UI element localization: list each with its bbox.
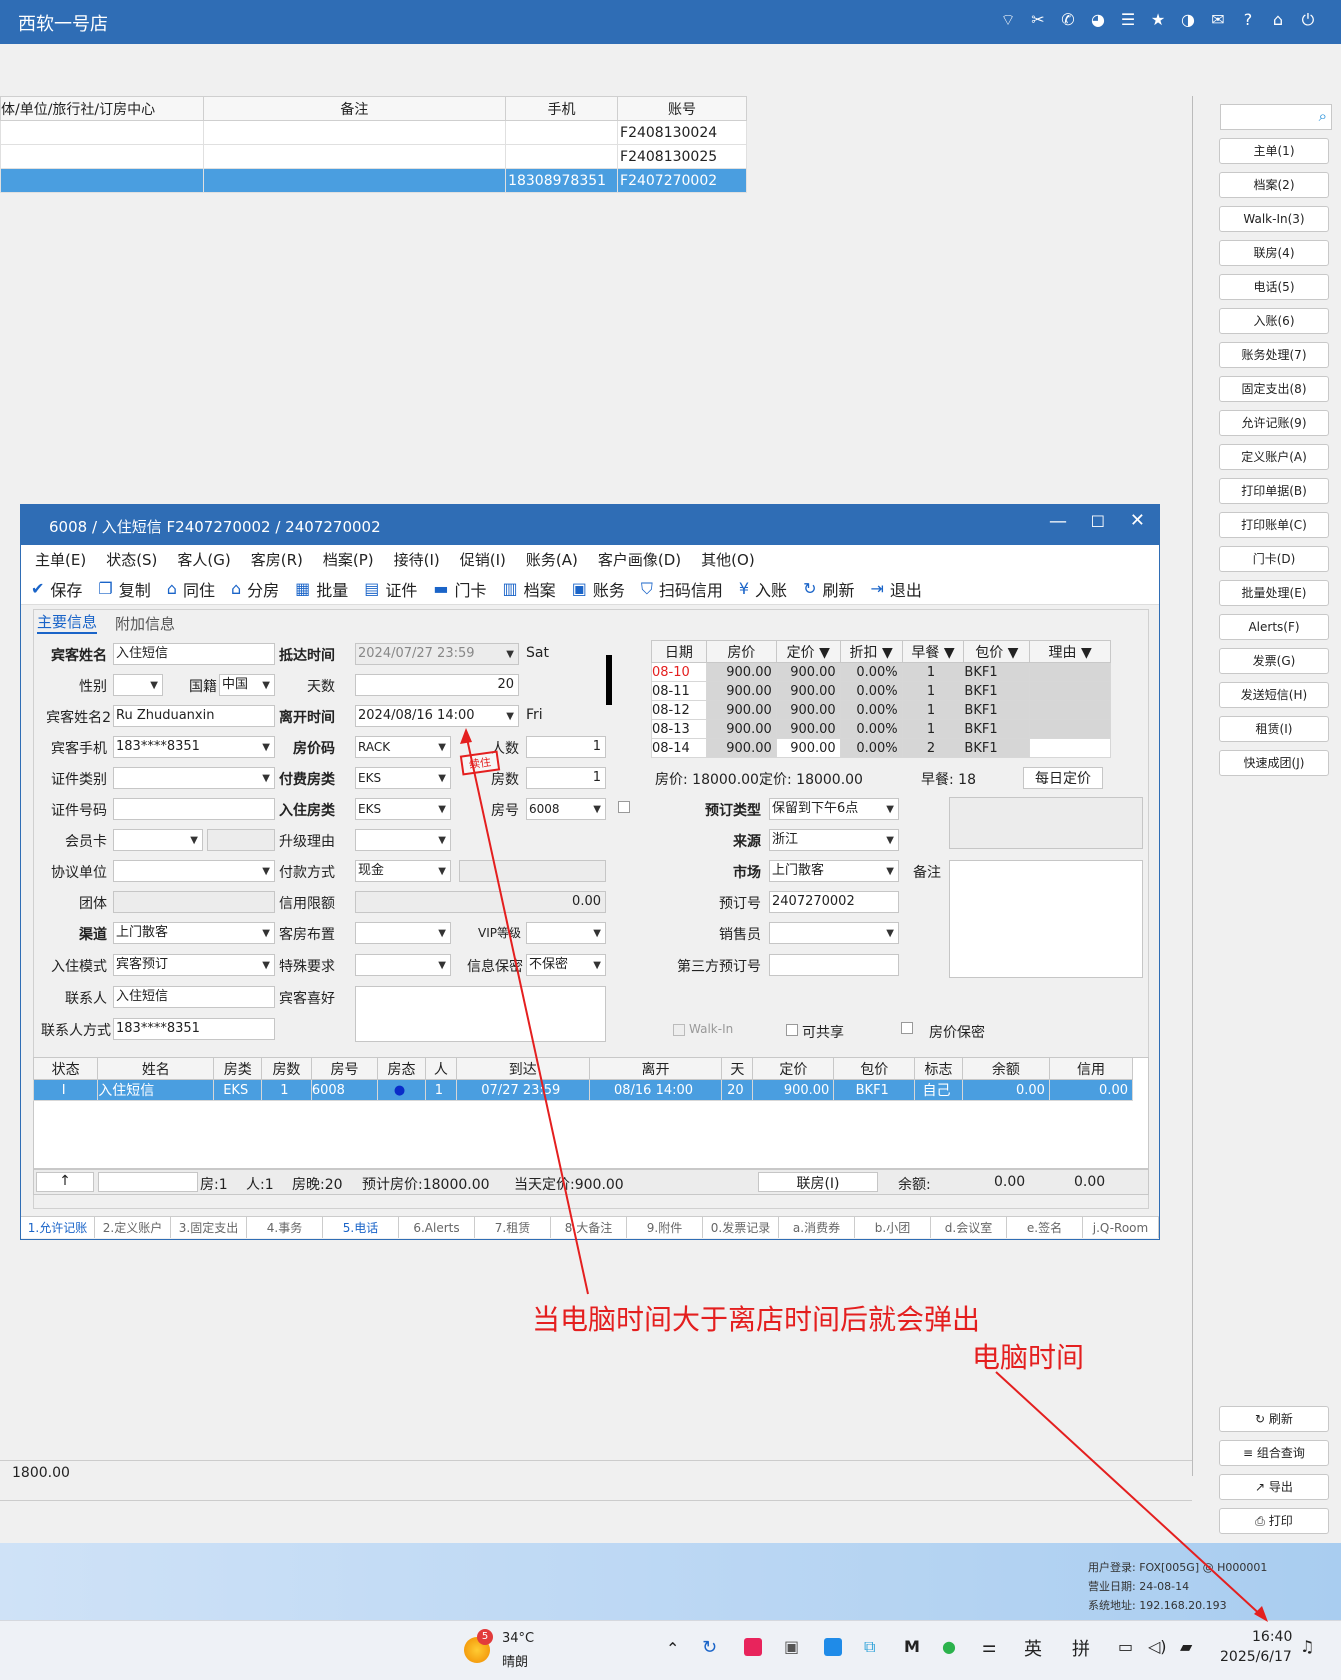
annotation-arrow xyxy=(995,1371,1265,1619)
arrowhead xyxy=(1254,1606,1268,1622)
annotation-arrow xyxy=(465,733,589,1295)
annotation-arrows xyxy=(460,728,1268,1622)
arrowhead xyxy=(460,728,472,744)
